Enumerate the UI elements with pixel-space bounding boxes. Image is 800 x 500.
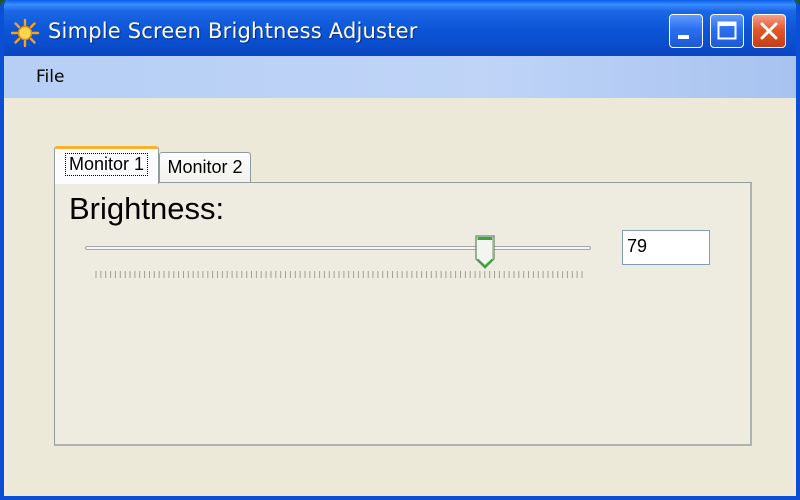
maximize-icon <box>717 21 737 40</box>
minimize-button[interactable] <box>669 14 703 48</box>
tab-monitor-1[interactable]: Monitor 1 <box>54 146 159 184</box>
file-menu[interactable]: File <box>36 67 64 87</box>
close-icon <box>760 22 778 40</box>
tab-panel-monitor-1: Brightness: 79 <box>54 182 752 446</box>
app-window: Simple Screen Brightness Adjuster File M… <box>0 0 800 500</box>
sun-icon <box>10 18 40 48</box>
tab-monitor-1-label: Monitor 1 <box>64 153 149 176</box>
menu-bar: File <box>4 56 796 98</box>
maximize-button[interactable] <box>710 14 744 48</box>
title-bar[interactable]: Simple Screen Brightness Adjuster <box>4 0 796 56</box>
close-button[interactable] <box>752 14 786 48</box>
tab-monitor-2[interactable]: Monitor 2 <box>159 152 251 184</box>
slider-thumb[interactable] <box>474 234 496 270</box>
slider-ticks <box>95 271 583 278</box>
brightness-slider[interactable] <box>85 229 591 278</box>
window-title: Simple Screen Brightness Adjuster <box>48 19 418 43</box>
minimize-icon <box>678 35 689 39</box>
tab-monitor-2-label: Monitor 2 <box>167 157 243 177</box>
brightness-value-input[interactable]: 79 <box>622 230 710 265</box>
slider-track[interactable] <box>85 246 591 250</box>
brightness-heading: Brightness: <box>69 191 225 226</box>
